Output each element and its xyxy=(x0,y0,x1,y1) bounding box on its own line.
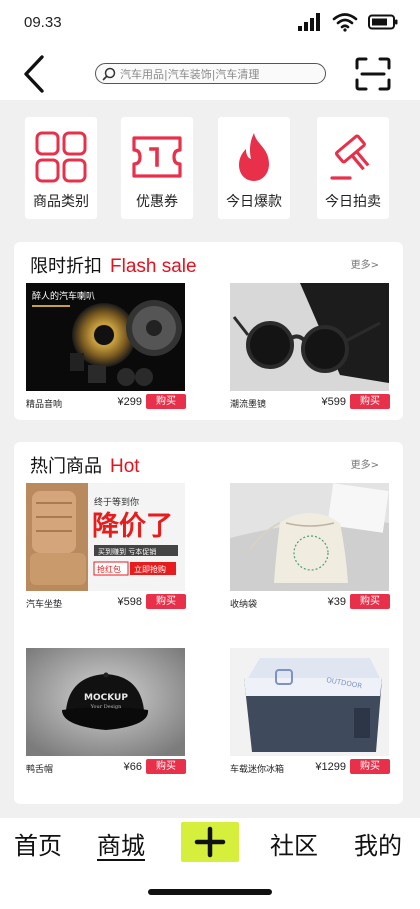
quick-label: 今日爆款 xyxy=(226,194,282,210)
signal-icon xyxy=(298,13,320,31)
hot-items-section: 热门商品 Hot 更多> 终于等到你 降价了 买到赚到 亏本促销 抢红包 立即抢… xyxy=(14,442,403,804)
nav-mall[interactable]: 商城 xyxy=(97,826,145,861)
buy-button[interactable]: 购买 xyxy=(146,594,186,609)
product-name: 汽车坐垫 xyxy=(26,600,63,610)
plus-icon xyxy=(194,826,226,858)
banner-text: 醉人的汽车喇叭 xyxy=(32,290,95,302)
product-name: 收纳袋 xyxy=(230,600,258,610)
back-button[interactable] xyxy=(20,54,52,94)
add-button[interactable] xyxy=(181,822,239,862)
product-image-storage-bag xyxy=(230,483,389,591)
nav-community[interactable]: 社区 xyxy=(270,826,318,861)
product-price: ¥299 xyxy=(117,396,142,408)
product-price: ¥66 xyxy=(123,761,142,773)
flash-sale-section: 限时折扣 Flash sale 更多> 醉人的汽车喇叭 精品音响 ¥299 购买… xyxy=(14,242,403,420)
ticket-icon xyxy=(132,136,182,178)
cap-sub: Your Design xyxy=(90,704,122,710)
gavel-icon xyxy=(330,134,370,180)
status-icons xyxy=(298,12,398,32)
home-indicator xyxy=(148,889,272,895)
main-content: 商品类别 优惠券 今日爆款 今日拍卖 限时折扣 Flash sale 更多> 醉… xyxy=(0,100,420,818)
quick-item-categories[interactable]: 商品类别 xyxy=(25,117,97,219)
quick-item-auction[interactable]: 今日拍卖 xyxy=(317,117,389,219)
more-link[interactable]: 更多> xyxy=(351,256,379,271)
quick-label: 商品类别 xyxy=(33,194,89,210)
search-icon xyxy=(102,67,116,80)
quick-label: 今日拍卖 xyxy=(325,194,381,210)
product-image-speaker: 醉人的汽车喇叭 xyxy=(26,283,185,391)
buy-button[interactable]: 购买 xyxy=(350,759,390,774)
product-image-sunglasses xyxy=(230,283,389,391)
buy-button[interactable]: 购买 xyxy=(146,759,186,774)
search-input[interactable]: 汽车用品|汽车装饰|汽车清理 xyxy=(95,63,326,84)
promo-big: 降价了 xyxy=(92,511,173,542)
grid-icon xyxy=(35,131,87,183)
quick-item-hot-deals[interactable]: 今日爆款 xyxy=(218,117,290,219)
buy-button[interactable]: 购买 xyxy=(146,394,186,409)
product-image-cap: MOCKUP Your Design xyxy=(26,648,185,756)
buy-button[interactable]: 购买 xyxy=(350,594,390,609)
promo-btn1: 抢红包 xyxy=(97,564,121,574)
nav-home[interactable]: 首页 xyxy=(14,826,62,861)
section-title-en: Flash sale xyxy=(110,256,197,277)
section-title: 限时折扣 Flash sale xyxy=(30,252,197,278)
product-price: ¥1299 xyxy=(315,761,346,773)
more-link[interactable]: 更多> xyxy=(351,456,379,471)
section-title: 热门商品 Hot xyxy=(30,452,140,478)
section-title-cn: 限时折扣 xyxy=(30,256,102,277)
buy-button[interactable]: 购买 xyxy=(350,394,390,409)
section-title-en: Hot xyxy=(110,456,140,477)
promo-btn2: 立即抢购 xyxy=(134,564,166,574)
nav-mine[interactable]: 我的 xyxy=(354,826,402,861)
product-name: 车载迷你冰箱 xyxy=(230,765,285,775)
wifi-icon xyxy=(332,13,358,32)
header: 汽车用品|汽车装饰|汽车清理 xyxy=(0,46,420,100)
status-time: 09.33 xyxy=(24,14,62,31)
product-price: ¥598 xyxy=(117,596,142,608)
promo-line2: 买到赚到 亏本促销 xyxy=(98,547,156,556)
chevron-left-icon xyxy=(24,55,44,93)
search-placeholder: 汽车用品|汽车装饰|汽车清理 xyxy=(120,67,260,81)
cap-text: MOCKUP xyxy=(84,693,128,703)
scan-icon xyxy=(355,57,391,91)
product-name: 精品音响 xyxy=(26,400,63,410)
bottom-nav: 首页 商城 社区 我的 xyxy=(0,818,420,909)
flame-icon xyxy=(239,133,269,181)
quick-label: 优惠券 xyxy=(136,194,178,210)
product-name: 潮流墨镜 xyxy=(230,400,267,410)
product-price: ¥39 xyxy=(327,596,346,608)
status-bar: 09.33 xyxy=(0,0,420,46)
promo-line1: 终于等到你 xyxy=(94,496,139,508)
quick-item-coupons[interactable]: 优惠券 xyxy=(121,117,193,219)
product-price: ¥599 xyxy=(321,396,346,408)
scan-button[interactable] xyxy=(354,56,392,92)
battery-icon xyxy=(368,14,398,30)
section-title-cn: 热门商品 xyxy=(30,456,102,477)
product-image-seat-cushion: 终于等到你 降价了 买到赚到 亏本促销 抢红包 立即抢购 xyxy=(26,483,185,591)
product-name: 鸭舌帽 xyxy=(26,765,54,775)
product-image-cooler: OUTDOOR xyxy=(230,648,389,756)
